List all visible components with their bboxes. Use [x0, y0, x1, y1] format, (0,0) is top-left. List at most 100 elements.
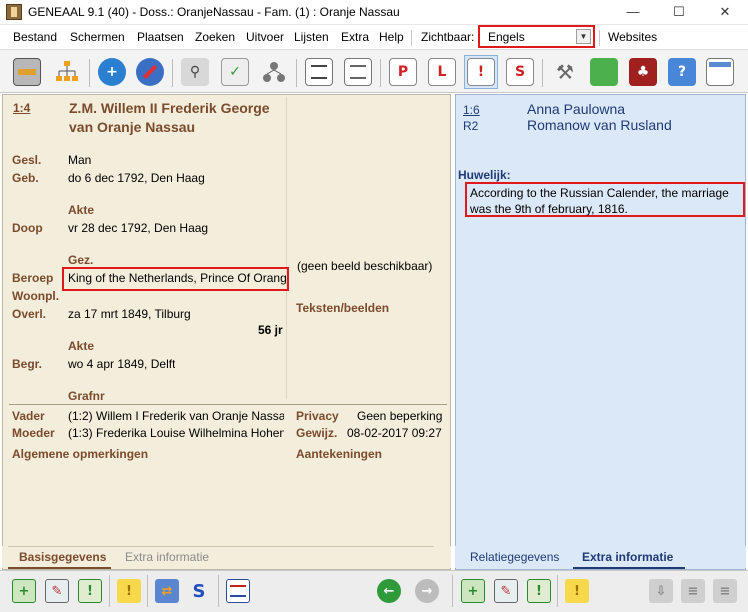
bottom-toolbar: + ✎ ! ! ⇄ S ← → + ✎ ! ! ⇩ ≡ ≡	[0, 570, 748, 612]
closed-book-icon[interactable]: ≡	[711, 577, 739, 605]
l-sheet-icon[interactable]: L	[425, 55, 459, 89]
toolbar-separator	[109, 575, 110, 607]
partner-id-link[interactable]: 1:6	[463, 103, 480, 117]
tools-icon[interactable]: ⚒	[548, 55, 582, 89]
edit-record-icon[interactable]: ✎	[43, 577, 71, 605]
tab-extra-informatie[interactable]: Extra informatie	[125, 550, 209, 564]
window-icon[interactable]	[703, 55, 737, 89]
toolbar-separator	[380, 59, 381, 87]
forward-arrow-icon[interactable]: →	[413, 577, 441, 605]
partner-name-line2[interactable]: Romanow van Rusland	[527, 117, 672, 133]
back-arrow-icon[interactable]: ←	[375, 577, 403, 605]
title-bar: GENEAAL 9.1 (40) - Doss.: OranjeNassau -…	[0, 0, 748, 25]
card-reader-icon[interactable]	[10, 55, 44, 89]
menu-separator	[411, 30, 412, 46]
menu-bestand[interactable]: Bestand	[13, 30, 57, 44]
checklist-icon[interactable]: ✓	[218, 55, 252, 89]
person-id-link[interactable]: 1:4	[13, 101, 30, 115]
toolbar-separator	[296, 59, 297, 87]
list-view-icon[interactable]	[224, 577, 252, 605]
marriage-label: Huwelijk:	[458, 168, 511, 182]
language-select[interactable]: Engels ▼	[478, 25, 595, 48]
page-icon[interactable]	[341, 55, 375, 89]
text-document-icon[interactable]	[302, 55, 336, 89]
person-name-line1: Z.M. Willem II Frederik George	[69, 100, 270, 116]
column-divider	[286, 97, 287, 399]
family-tree-icon[interactable]	[50, 55, 84, 89]
toolbar-separator	[147, 575, 148, 607]
grave-number-label: Grafnr	[68, 389, 105, 403]
close-button[interactable]: ✕	[702, 0, 748, 25]
relations-icon[interactable]: ⇄	[153, 577, 181, 605]
modified-value: 08-02-2017 09:27	[347, 426, 442, 440]
lightbulb-icon[interactable]: !	[115, 577, 143, 605]
maximize-button[interactable]: ☐	[656, 0, 702, 25]
modified-label: Gewijz.	[296, 426, 338, 440]
s-source-icon[interactable]: S	[185, 577, 213, 605]
tab-extra-informatie-relation[interactable]: Extra informatie	[582, 550, 673, 564]
gender-value[interactable]: Man	[68, 153, 91, 167]
person-name: Z.M. Willem II Frederik George van Oranj…	[69, 99, 285, 137]
menu-bar: Bestand Schermen Plaatsen Zoeken Uitvoer…	[0, 25, 748, 49]
baptism-value[interactable]: vr 28 dec 1792, Den Haag	[68, 221, 208, 235]
burial-label: Begr.	[12, 357, 43, 371]
texts-images-label[interactable]: Teksten/beelden	[296, 301, 389, 315]
person-tabs: Basisgegevens Extra informatie	[2, 546, 451, 569]
general-remarks-label[interactable]: Algemene opmerkingen	[12, 447, 148, 461]
search-person-icon[interactable]: ⚲	[178, 55, 212, 89]
partner-name-line1[interactable]: Anna Paulowna	[527, 101, 625, 117]
baptism-label: Doop	[12, 221, 43, 235]
search-tree-icon[interactable]	[257, 55, 291, 89]
birth-value[interactable]: do 6 dec 1792, Den Haag	[68, 171, 205, 185]
menu-plaatsen[interactable]: Plaatsen	[137, 30, 184, 44]
alert-book-icon[interactable]: !	[525, 577, 553, 605]
death-value[interactable]: za 17 mrt 1849, Tilburg	[68, 307, 191, 321]
person-panel: 1:4 Z.M. Willem II Frederik George van O…	[2, 94, 451, 570]
tree-sign-icon[interactable]: ♣	[626, 55, 660, 89]
relation-tabs: Relatiegegevens Extra informatie	[455, 546, 746, 569]
occupation-label: Beroep	[12, 271, 54, 285]
menu-extra[interactable]: Extra	[341, 30, 369, 44]
add-globe-icon[interactable]: +	[95, 55, 129, 89]
father-label: Vader	[12, 409, 45, 423]
image-placeholder: (geen beeld beschikbaar)	[297, 259, 433, 273]
mother-value[interactable]: (1:3) Frederika Louise Wilhelmina Hohenz…	[68, 426, 284, 440]
menu-schermen[interactable]: Schermen	[70, 30, 125, 44]
tab-basisgegevens[interactable]: Basisgegevens	[19, 550, 106, 564]
minimize-button[interactable]: —	[610, 0, 656, 25]
privacy-value[interactable]: Geen beperking	[357, 409, 442, 423]
father-value[interactable]: (1:2) Willem I Frederik van Oranje Nassa…	[68, 409, 284, 423]
mother-label: Moeder	[12, 426, 55, 440]
p-sheet-icon[interactable]: P	[386, 55, 420, 89]
religion-label: Gez.	[68, 253, 94, 267]
alert-record-icon[interactable]: !	[76, 577, 104, 605]
menu-uitvoer[interactable]: Uitvoer	[246, 30, 284, 44]
s-sheet-icon[interactable]: S	[503, 55, 537, 89]
puzzle-icon[interactable]	[587, 55, 621, 89]
help-icon[interactable]: ?	[665, 55, 699, 89]
language-select-value: Engels	[488, 30, 525, 44]
add-record-icon[interactable]: +	[10, 577, 38, 605]
menu-lijsten[interactable]: Lijsten	[294, 30, 329, 44]
menu-websites[interactable]: Websites	[608, 30, 657, 44]
notes-label[interactable]: Aantekeningen	[296, 447, 382, 461]
chevron-down-icon[interactable]: ▼	[576, 29, 591, 44]
window-title: GENEAAL 9.1 (40) - Doss.: OranjeNassau -…	[28, 5, 400, 19]
alert-sheet-icon[interactable]: !	[464, 55, 498, 89]
marriage-note[interactable]: According to the Russian Calender, the m…	[465, 182, 745, 217]
edit-book-icon[interactable]: ✎	[492, 577, 520, 605]
add-book-icon[interactable]: +	[459, 577, 487, 605]
lightbulb-icon[interactable]: !	[563, 577, 591, 605]
menu-separator	[599, 30, 600, 46]
download-book-icon[interactable]: ⇩	[647, 577, 675, 605]
burial-value[interactable]: wo 4 apr 1849, Delft	[68, 357, 175, 371]
toolbar-separator	[218, 575, 219, 607]
main-toolbar: + ⚲ ✓ P L ! S ⚒ ♣ ?	[0, 49, 748, 93]
menu-help[interactable]: Help	[379, 30, 404, 44]
menu-zoeken[interactable]: Zoeken	[195, 30, 235, 44]
tab-relatiegegevens[interactable]: Relatiegegevens	[470, 550, 559, 564]
tab-divider	[8, 546, 434, 547]
toolbar-separator	[557, 575, 558, 607]
open-book-icon[interactable]: ≡	[679, 577, 707, 605]
compass-icon[interactable]	[133, 55, 167, 89]
